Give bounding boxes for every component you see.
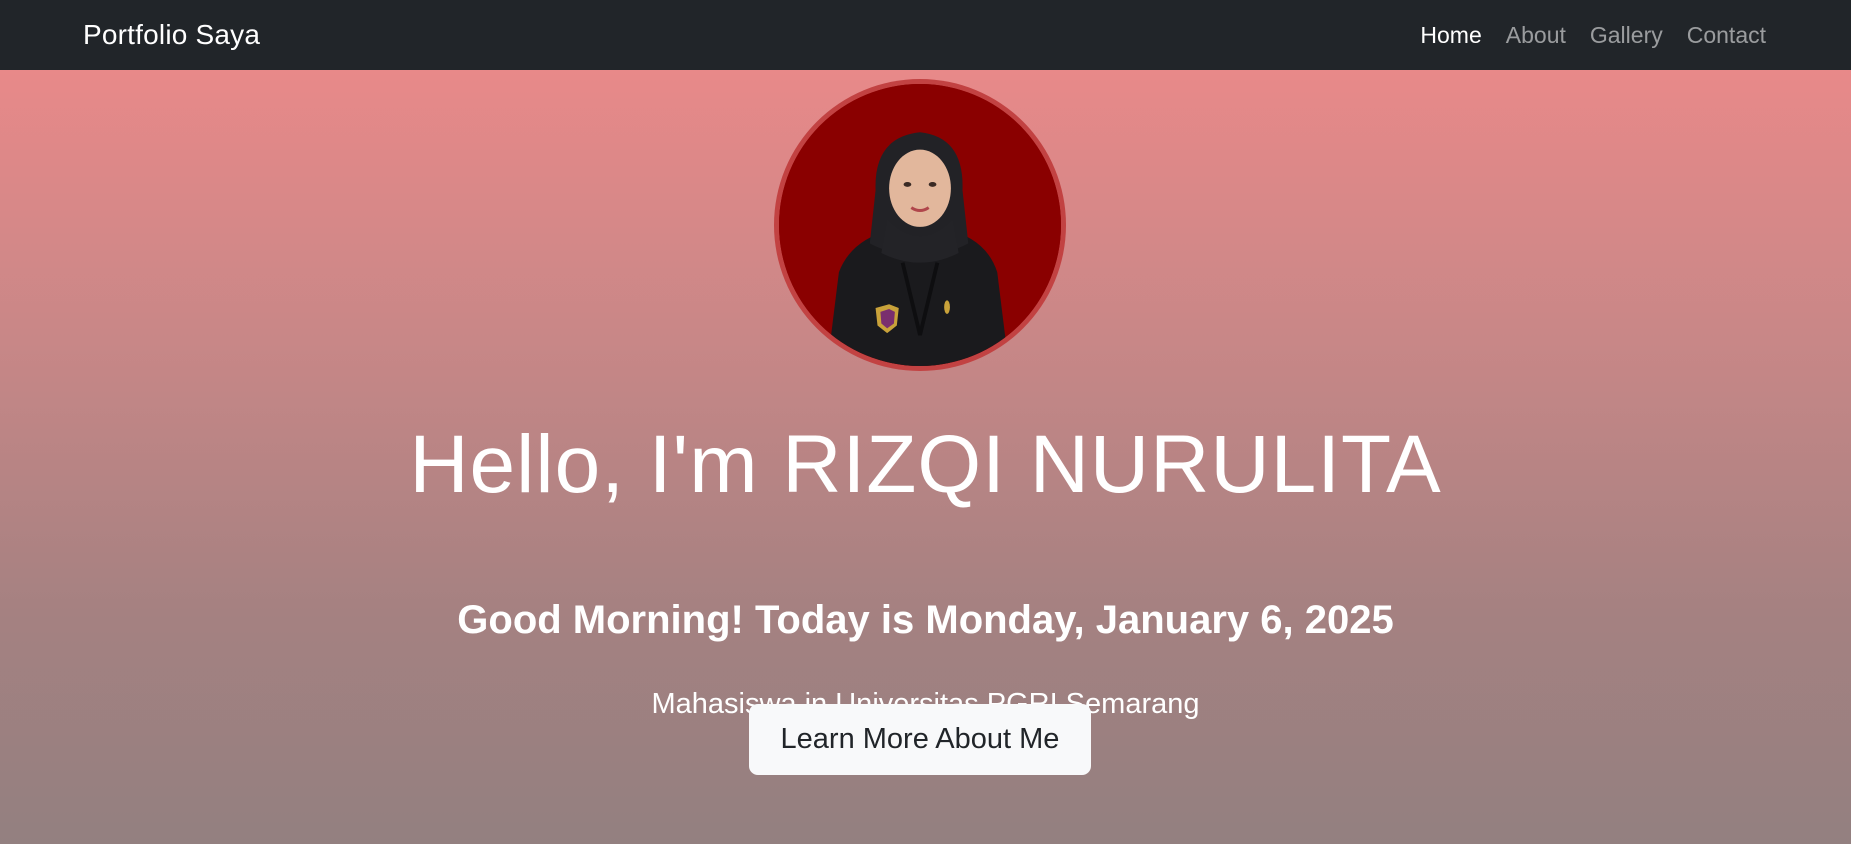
profile-photo-illustration	[779, 84, 1061, 366]
brand-link[interactable]: Portfolio Saya	[83, 19, 260, 51]
nav-links: Home About Gallery Contact	[1420, 22, 1766, 49]
learn-more-button[interactable]: Learn More About Me	[749, 704, 1091, 775]
navbar: Portfolio Saya Home About Gallery Contac…	[0, 0, 1851, 70]
nav-link-gallery[interactable]: Gallery	[1590, 22, 1663, 49]
greeting-text: Good Morning! Today is Monday, January 6…	[457, 598, 1394, 642]
nav-link-home[interactable]: Home	[1420, 22, 1481, 49]
nav-link-about[interactable]: About	[1506, 22, 1566, 49]
nav-link-contact[interactable]: Contact	[1687, 22, 1766, 49]
hero-title: Hello, I'm RIZQI NURULITA	[409, 419, 1442, 510]
profile-photo	[774, 79, 1066, 371]
